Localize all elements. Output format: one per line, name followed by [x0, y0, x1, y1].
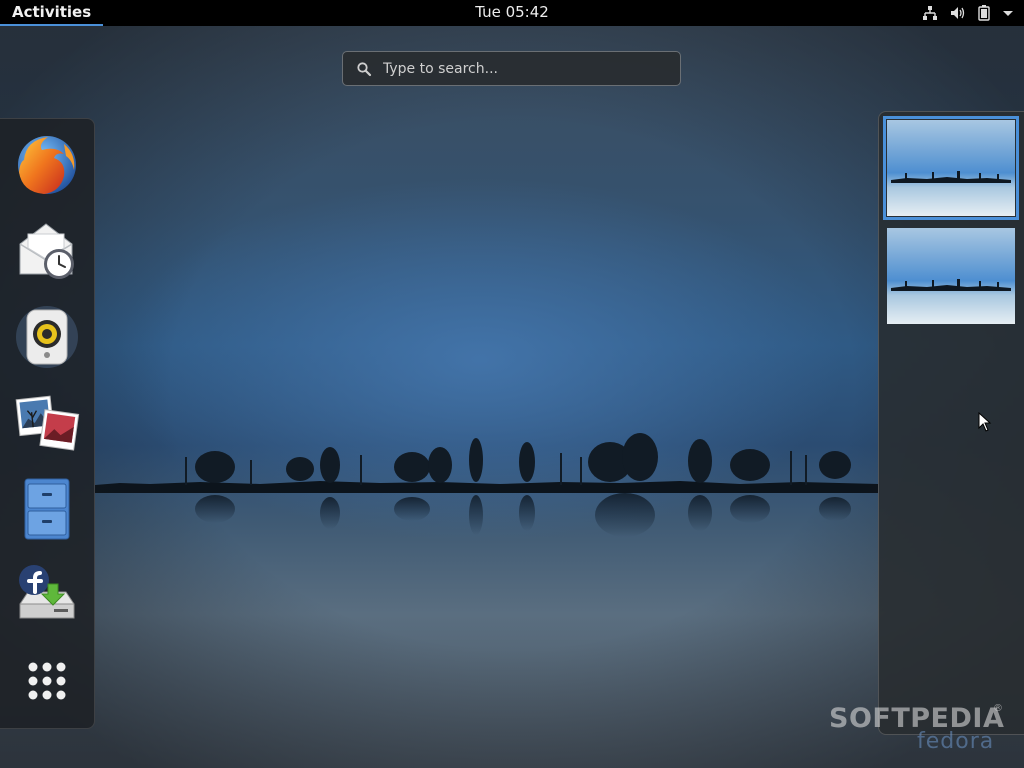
show-applications-button[interactable] — [14, 648, 80, 714]
speaker-icon — [14, 304, 80, 370]
app-grid-icon — [14, 648, 80, 714]
clock-label[interactable]: Tue 05:42 — [475, 3, 549, 21]
watermark-registered: ® — [993, 703, 1003, 714]
search-input[interactable] — [383, 52, 668, 85]
search-entry[interactable] — [342, 51, 681, 86]
softpedia-watermark: SOFTPEDIA ® fedora — [829, 703, 1009, 754]
photos-icon — [14, 390, 80, 456]
system-menu-arrow-icon — [1002, 5, 1014, 21]
mail-clock-icon — [14, 218, 80, 284]
system-status-area[interactable] — [922, 0, 1014, 26]
workspace-thumbnail-1[interactable] — [883, 116, 1019, 220]
workspace-switcher — [878, 111, 1024, 735]
dash — [0, 118, 95, 729]
activities-button[interactable]: Activities — [0, 0, 104, 26]
dash-item-evolution[interactable] — [14, 218, 80, 284]
clock: Tue 05:42 — [0, 0, 1024, 25]
network-icon — [922, 5, 938, 21]
workspace-thumbnail-2[interactable] — [887, 228, 1015, 324]
dash-item-install-to-hard-drive[interactable] — [14, 562, 80, 628]
mouse-pointer-icon — [978, 411, 992, 436]
fedora-install-icon — [14, 562, 80, 628]
watermark-sub: fedora — [917, 729, 995, 754]
dash-item-files[interactable] — [14, 476, 80, 542]
desktop-wallpaper — [0, 0, 1024, 768]
battery-icon — [978, 5, 990, 21]
dash-item-firefox[interactable] — [14, 132, 80, 198]
dash-item-rhythmbox[interactable] — [14, 304, 80, 370]
dash-item-shotwell[interactable] — [14, 390, 80, 456]
search-icon — [356, 61, 372, 81]
file-cabinet-icon — [14, 476, 80, 542]
top-bar: Activities Tue 05:42 — [0, 0, 1024, 26]
volume-icon — [950, 5, 966, 21]
wallpaper-vignette — [0, 0, 1024, 768]
firefox-icon — [14, 132, 80, 198]
